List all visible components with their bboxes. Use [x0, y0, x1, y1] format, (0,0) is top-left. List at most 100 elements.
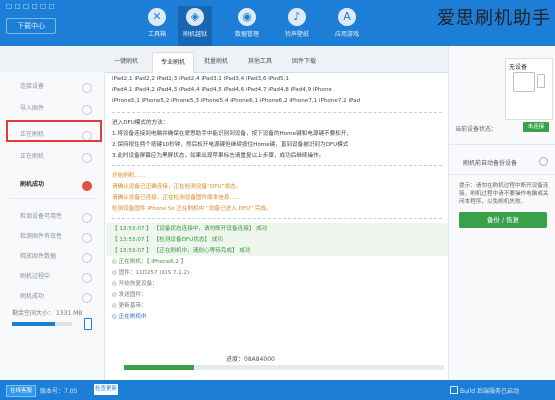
step-label: 检测固件有效性: [20, 233, 63, 240]
divider: [10, 198, 96, 199]
step-label: 刷机成功: [20, 293, 45, 300]
storage-readout: 剩余空间大小： 1331 MB: [12, 308, 82, 317]
step-item[interactable]: 正在刷机: [0, 148, 104, 166]
phone-icon: [537, 74, 545, 88]
log-line: iPhone5,1 iPhone5,2 iPhone5,3 iPhone5,4 …: [112, 98, 361, 104]
nav-label: 刷机越狱: [182, 31, 207, 38]
step-status-icon: [82, 233, 92, 243]
storage-bar: [12, 322, 72, 326]
tab-firmware-download[interactable]: 固件下载: [284, 52, 324, 72]
progress-bar: [124, 365, 444, 370]
step-item[interactable]: 连接设备: [0, 78, 104, 96]
progress-fill: [124, 365, 195, 370]
service-checkbox[interactable]: [450, 386, 458, 394]
log-line: 【 13:53:07 】 【检测设备DFU状态】 成功: [112, 237, 223, 243]
step-label: 连接设备: [20, 83, 45, 90]
tab-pro-flash[interactable]: 专业刷机: [152, 52, 194, 73]
top-header: ☐ ☐ ☐ ☐ ☐ ☐ 下载中心 ✕ 工具箱 ◈ 刷机越狱 ◉ 数据管理 ♪ 铃…: [0, 0, 555, 46]
step-active-icon: [82, 181, 92, 191]
nav-label: 工具箱: [147, 31, 166, 38]
nav-apps[interactable]: A 应用游戏: [330, 6, 364, 46]
note-text: 提示：请勿在刷机过程中断开设备连接，刷机过程中请不要操作电脑或关闭本程序，以免刷…: [459, 183, 549, 205]
nav-data[interactable]: ◉ 数据管理: [230, 6, 264, 46]
log-line: 开始刷机……: [112, 173, 146, 179]
step-item[interactable]: 刷机成功: [0, 288, 104, 306]
log-line: iPad2,1 iPad2,2 iPad2,3 iPad2,4 iPad3,1 …: [112, 76, 289, 82]
check-update-button[interactable]: 检查更新: [94, 384, 118, 395]
log-line: ◎ 发送固件：: [112, 292, 147, 298]
backup-option-radio[interactable]: [539, 157, 548, 166]
log-divider: [112, 165, 442, 166]
storage-label: 剩余空间大小：: [12, 310, 55, 317]
divider: [449, 144, 555, 145]
compass-icon: ◉: [238, 8, 256, 26]
log-line: 3.此时设备屏幕应为黑屏状态，如果出现苹果标志请重复以上步骤，成功后继续操作。: [112, 153, 325, 159]
log-line: 【 13:53:07 】 【正在刷机中，请耐心等待完成】 成功: [112, 248, 251, 254]
log-line: 请确认设备已正确连接，正在检测设备“DFU”状态。: [112, 184, 242, 190]
step-status-icon: [82, 105, 92, 115]
step-label: 刷机成功: [20, 181, 45, 188]
nav-label: 应用游戏: [334, 31, 359, 38]
tab-one-click[interactable]: 一键刷机: [106, 52, 146, 72]
log-divider: [112, 218, 442, 219]
status-footer: 在线客服 版本号：7.05 检查更新 Build 后端服务已启动: [0, 380, 555, 400]
nav-ringtones[interactable]: ♪ 铃声壁纸: [280, 6, 314, 46]
backup-restore-button[interactable]: 备份 / 恢复: [459, 212, 547, 228]
log-line: 1.将设备连接到电脑并确保在爱思助手中能识别到设备，按下设备的Home键和电源键…: [112, 131, 353, 137]
step-label: 释放固件数据: [20, 253, 57, 260]
log-line: 进入DFU模式的方法：: [112, 120, 169, 126]
step-status-icon: [82, 273, 92, 283]
step-status-icon: [82, 83, 92, 93]
tab-batch-flash[interactable]: 批量刷机: [196, 52, 236, 72]
step-label: 正在刷机: [20, 153, 45, 160]
step-status-icon: [82, 253, 92, 263]
flash-assistant-window: ☐ ☐ ☐ ☐ ☐ ☐ 下载中心 ✕ 工具箱 ◈ 刷机越狱 ◉ 数据管理 ♪ 铃…: [0, 0, 555, 400]
highlight-annotation: [6, 120, 102, 142]
step-label: 检测设备可用性: [20, 213, 63, 220]
online-support-button[interactable]: 在线客服: [6, 385, 36, 397]
service-status: Build 后端服务已启动: [460, 388, 519, 395]
step-item[interactable]: 检测固件有效性: [0, 228, 104, 246]
log-line: 检测设备固件 iPhone 5s 正在刷机中 “设备已进入 DFU” 完成。: [112, 206, 272, 212]
step-label: 刷机过程中: [20, 273, 51, 280]
tab-other-tools[interactable]: 其他工具: [240, 52, 280, 72]
divider: [449, 174, 555, 175]
storage-value: 1331 MB: [55, 310, 83, 317]
device-panel: 无设备 当前设备状态： 未连接 刷机前自动备份设备 提示：请勿在刷机过程中断开设…: [448, 46, 555, 380]
backup-option-label: 刷机前自动备份设备: [463, 160, 518, 167]
storage-fill: [12, 322, 56, 326]
watermark-title: 爱思刷机助手: [437, 8, 551, 29]
version-text: 版本号：7.05: [40, 388, 78, 395]
step-label: 导入固件: [20, 105, 45, 112]
nav-label: 数据管理: [234, 31, 259, 38]
status-badge: 未连接: [523, 122, 549, 132]
step-item[interactable]: 释放固件数据: [0, 248, 104, 266]
box-icon: ◈: [186, 8, 204, 26]
step-status-icon: [82, 293, 92, 303]
log-line: iPad4,1 iPad4,2 iPad4,3 iPad4,4 iPad4,5 …: [112, 87, 332, 93]
log-line: ◎ 开始恢复设备：: [112, 281, 158, 287]
download-center-button[interactable]: 下载中心: [6, 18, 56, 34]
log-line: 请确认设备已连接，正在检测设备固件版本信息……: [112, 195, 241, 201]
log-line: ◎ 正在刷机中: [112, 314, 147, 320]
bell-icon: ♪: [288, 8, 306, 26]
nav-toolbox[interactable]: ✕ 工具箱: [140, 6, 174, 46]
step-item-current[interactable]: 刷机成功: [0, 176, 104, 194]
device-name: 无设备: [509, 64, 528, 71]
step-status-icon: [82, 213, 92, 223]
step-status-icon: [82, 153, 92, 163]
log-divider: [112, 112, 442, 113]
nav-flash[interactable]: ◈ 刷机越狱: [178, 6, 212, 46]
window-controls[interactable]: ☐ ☐ ☐ ☐ ☐ ☐: [6, 3, 55, 11]
log-line: ◎ 固件：11D257 (iOS 7.1.2): [112, 270, 190, 276]
step-item[interactable]: 刷机过程中: [0, 268, 104, 286]
wrench-icon: ✕: [148, 8, 166, 26]
log-line: 2.保持按住两个按键10秒钟，然后松开电源键但继续按住Home键，直到设备被识别…: [112, 142, 349, 148]
tablet-icon: [513, 72, 535, 92]
step-sidebar: 连接设备 导入固件 正在刷机 正在刷机 刷机成功 检测设备可用性 检测固件有效性…: [0, 72, 105, 380]
step-item[interactable]: 导入固件: [0, 100, 104, 118]
flash-log: 进度：08A84000 iPad2,1 iPad2,2 iPad2,3 iPad…: [106, 72, 448, 372]
phone-icon: [84, 318, 92, 330]
step-item[interactable]: 检测设备可用性: [0, 208, 104, 226]
progress-label: 进度：08A84000: [226, 356, 275, 363]
